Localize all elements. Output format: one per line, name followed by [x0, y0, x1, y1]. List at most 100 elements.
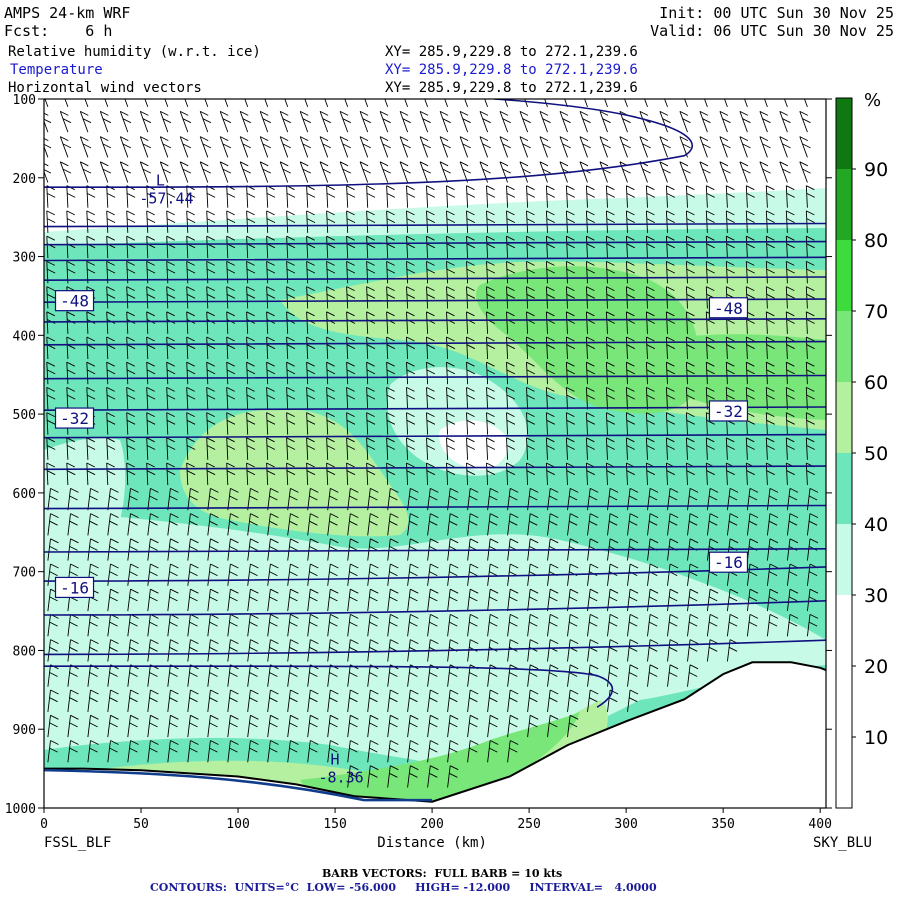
wind-barb-flag: [680, 86, 688, 90]
contour-label: -32: [714, 402, 743, 421]
contour-label: -32: [60, 409, 89, 428]
wind-barb-flag: [523, 93, 531, 97]
wind-barb-flag: [543, 93, 551, 97]
wind-barb-flag: [460, 86, 468, 90]
wind-barb-flag: [700, 86, 708, 90]
wind-barb-flag: [83, 93, 91, 97]
wind-barb-flag: [520, 86, 528, 90]
colorbar-unit: %: [864, 90, 881, 111]
wind-barb-flag: [380, 86, 388, 90]
cross-section-chart: -48 -48-32 -32-16-16L-57.44H-8.36100200300…: [5, 86, 889, 851]
colorbar-tick-label: 80: [864, 230, 888, 252]
colorbar-tick-label: 90: [864, 159, 888, 181]
wind-barb-flag: [803, 93, 811, 97]
extremum-value: -57.44: [139, 189, 193, 207]
colorbar-tick-label: 40: [864, 514, 888, 536]
wind-barb-flag: [420, 86, 428, 90]
wind-barb-flag: [60, 86, 68, 90]
wind-barb-flag: [123, 93, 131, 97]
wind-barb-flag: [483, 93, 491, 97]
wind-barb-flag: [360, 86, 368, 90]
wind-barb-flag: [400, 86, 408, 90]
wind-barb-flag: [643, 93, 651, 97]
wind-barb-flag: [340, 86, 348, 90]
x-tick-label: 200: [420, 817, 443, 832]
wind-barb-flag: [103, 93, 111, 97]
y-tick-label: 200: [13, 172, 36, 187]
wind-barb-flag: [540, 86, 548, 90]
wind-barb-flag: [580, 86, 588, 90]
y-tick-label: 900: [13, 723, 36, 738]
y-tick-label: 1000: [5, 802, 36, 817]
colorbar-bin: [836, 382, 852, 453]
colorbar-tick-label: 30: [864, 585, 888, 607]
wind-barb-flag: [600, 86, 608, 90]
wind-barb-flag: [583, 93, 591, 97]
colorbar-bin: [836, 595, 852, 666]
wind-barb-flag: [463, 93, 471, 97]
colorbar-bin: [836, 453, 852, 524]
wind-barb-flag: [703, 93, 711, 97]
wind-barb-flag: [300, 86, 308, 90]
colorbar-bin: [836, 737, 852, 808]
x-tick-label: 100: [226, 817, 249, 832]
wind-barb-flag: [220, 86, 228, 90]
wind-barb-flag: [140, 86, 148, 90]
wind-barb-flag: [80, 86, 88, 90]
colorbar-bin: [836, 666, 852, 737]
colorbar-bin: [836, 98, 852, 169]
x-axis-label: Distance (km): [377, 835, 487, 851]
wind-barb-flag: [120, 86, 128, 90]
y-tick-label: 400: [13, 329, 36, 344]
wind-barb-flag: [280, 86, 288, 90]
wind-barb-flag: [663, 93, 671, 97]
y-tick-label: 700: [13, 566, 36, 581]
contour-label: -48: [714, 299, 743, 318]
x-tick-label: 400: [808, 817, 831, 832]
wind-barb-flag: [480, 86, 488, 90]
extremum-mark: L: [156, 171, 165, 189]
wind-barb-flag: [563, 93, 571, 97]
wind-barb-flag: [40, 86, 48, 90]
wind-barb-flag: [243, 93, 251, 97]
x-tick-label: 300: [614, 817, 637, 832]
wind-barb-flag: [720, 86, 728, 90]
wind-barb-flag: [63, 93, 71, 97]
barb-note: BARB VECTORS: FULL BARB = 10 kts: [322, 867, 563, 880]
x-tick-label: 50: [133, 817, 149, 832]
contour-label: -16: [60, 578, 89, 597]
colorbar-bin: [836, 524, 852, 595]
wind-barb-flag: [660, 86, 668, 90]
wind-barb-flag: [260, 86, 268, 90]
wind-barb-flag: [160, 86, 168, 90]
colorbar-tick-label: 10: [864, 727, 888, 749]
colorbar-bin: [836, 240, 852, 311]
contour-label: -16: [714, 553, 743, 572]
wind-barb-flag: [343, 93, 351, 97]
colorbar-tick-label: 70: [864, 301, 888, 323]
colorbar-bin: [836, 169, 852, 240]
wind-barb-flag: [723, 93, 731, 97]
wind-barb-flag: [743, 93, 751, 97]
wind-barb-flag: [560, 86, 568, 90]
wind-barb-flag: [43, 93, 51, 97]
wind-barb-flag: [800, 86, 808, 90]
rh-band-30-left: [44, 438, 126, 548]
left-endpoint-label: FSSL_BLF: [44, 835, 111, 851]
colorbar-tick-label: 50: [864, 443, 888, 465]
wind-barb-flag: [780, 86, 788, 90]
wind-barb-flag: [783, 93, 791, 97]
wind-barb-flag: [383, 93, 391, 97]
wind-barb-flag: [283, 93, 291, 97]
wind-barb-flag: [603, 93, 611, 97]
y-tick-label: 600: [13, 487, 36, 502]
wind-barb-flag: [403, 93, 411, 97]
wind-barb-flag: [423, 93, 431, 97]
wind-barb-flag: [440, 86, 448, 90]
wind-barb-flag: [760, 86, 768, 90]
x-tick-label: 150: [323, 817, 346, 832]
x-tick-label: 250: [517, 817, 540, 832]
extremum-value: -8.36: [318, 768, 363, 786]
y-tick-label: 300: [13, 251, 36, 266]
contour-label: -48: [60, 292, 89, 311]
